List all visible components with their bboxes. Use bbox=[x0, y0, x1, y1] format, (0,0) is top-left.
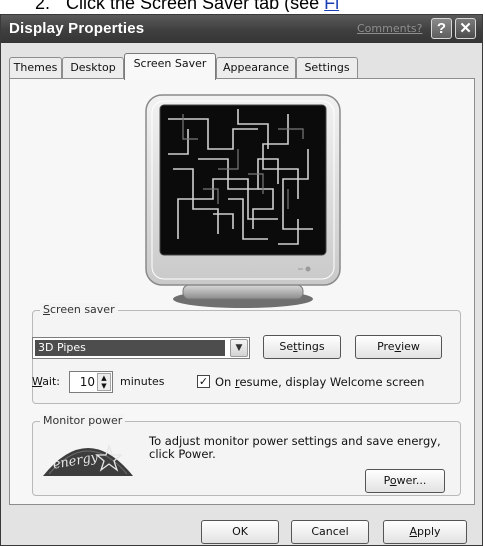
tab-themes[interactable]: Themes bbox=[9, 57, 62, 78]
chevron-down-icon[interactable]: ▼ bbox=[230, 339, 248, 357]
resume-welcome-checkbox[interactable]: ✓ bbox=[197, 375, 210, 388]
minutes-label: minutes bbox=[120, 375, 165, 388]
step-number: 2. bbox=[34, 0, 50, 12]
title-bar[interactable]: Display Properties Comments? ? ✕ bbox=[1, 15, 482, 43]
help-button[interactable]: ? bbox=[431, 18, 452, 39]
tab-screen-saver[interactable]: Screen Saver bbox=[124, 53, 216, 80]
settings-button[interactable]: Settings bbox=[263, 335, 341, 359]
wait-minutes-spinner[interactable]: 10 ▲ ▼ bbox=[69, 371, 113, 393]
power-button[interactable]: Power... bbox=[365, 469, 445, 493]
wait-minutes-value: 10 bbox=[79, 375, 95, 389]
instruction-text: 2. Click the Screen Saver tab (see Fi bbox=[6, 0, 485, 12]
close-button[interactable]: ✕ bbox=[455, 18, 476, 39]
display-properties-window: Display Properties Comments? ? ✕ Themes … bbox=[0, 14, 483, 546]
tab-desktop[interactable]: Desktop bbox=[62, 57, 124, 78]
energy-star-logo-icon: energy bbox=[43, 443, 133, 476]
screen-saver-dropdown[interactable]: 3D Pipes ▼ bbox=[32, 337, 250, 359]
tab-appearance[interactable]: Appearance bbox=[216, 57, 296, 78]
figure-link[interactable]: Fi bbox=[324, 0, 339, 12]
screen-saver-selected: 3D Pipes bbox=[35, 340, 225, 356]
monitor-power-description: To adjust monitor power settings and sav… bbox=[149, 434, 441, 461]
cancel-button[interactable]: Cancel bbox=[291, 520, 369, 544]
window-title: Display Properties bbox=[9, 20, 145, 37]
comments-link[interactable]: Comments? bbox=[357, 22, 422, 35]
apply-button[interactable]: Apply bbox=[383, 520, 467, 544]
monitor-preview-icon bbox=[145, 94, 341, 308]
preview-button[interactable]: Preview bbox=[355, 335, 442, 359]
ok-button[interactable]: OK bbox=[201, 520, 279, 544]
resume-welcome-label[interactable]: On resume, display Welcome screen bbox=[215, 375, 424, 389]
screen-saver-group-label: Screen saver bbox=[40, 303, 118, 316]
step-text: Click the Screen Saver tab (see bbox=[66, 0, 325, 12]
tab-settings[interactable]: Settings bbox=[296, 57, 358, 78]
wait-label: Wait: bbox=[32, 375, 61, 388]
spinner-arrows-icon[interactable]: ▲ ▼ bbox=[97, 373, 111, 391]
